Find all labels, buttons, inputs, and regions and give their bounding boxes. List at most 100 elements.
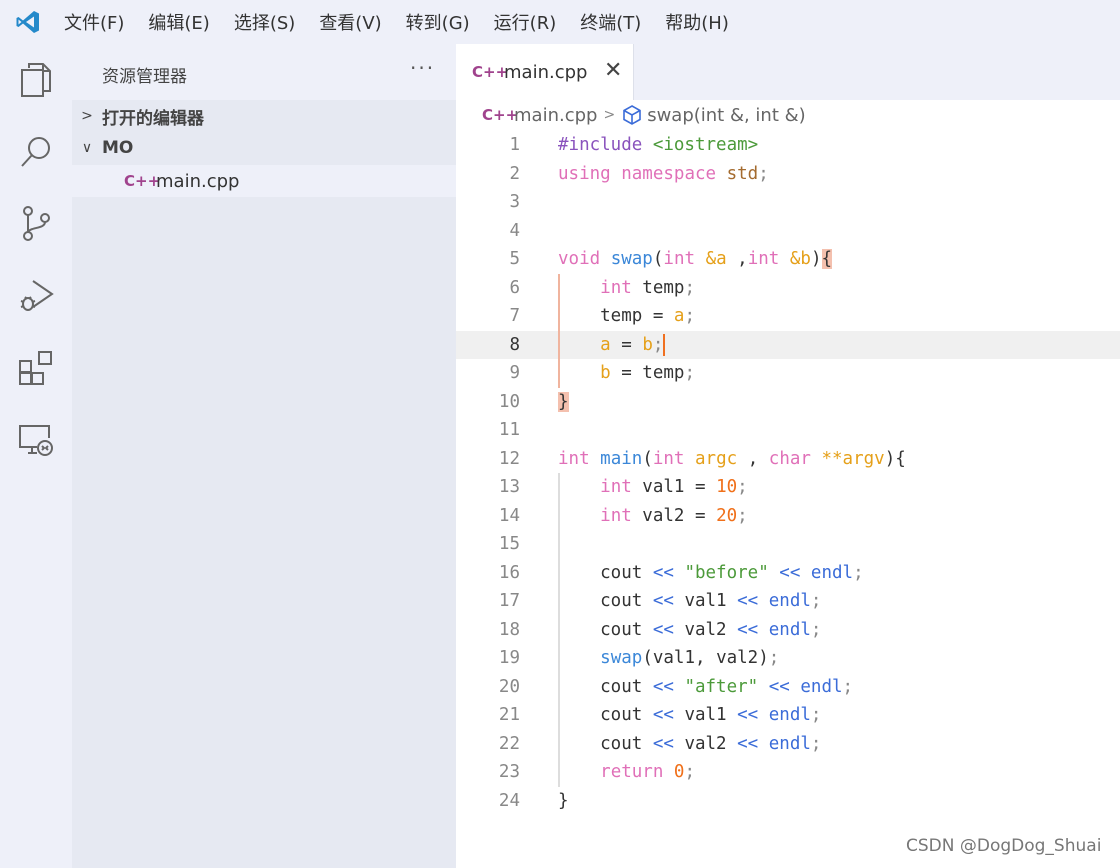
code-text: int temp; — [558, 274, 695, 303]
code-line[interactable]: 11 — [456, 416, 1120, 445]
code-line[interactable]: 18 cout << val2 << endl; — [456, 615, 1120, 645]
code-token: std — [726, 163, 759, 184]
code-token: temp = — [558, 306, 674, 326]
code-line[interactable]: 2 using namespace std; — [456, 160, 1120, 189]
explorer-sidebar: 资源管理器 ··· > 打开的编辑器 ∨ MO C++ main.cpp — [72, 44, 456, 868]
code-line[interactable]: 12 int main(int argc , char **argv){ — [456, 445, 1120, 474]
code-line[interactable]: 19 swap(val1, val2); — [456, 644, 1120, 673]
code-token: "after" — [684, 676, 759, 697]
code-line[interactable]: 14 int val2 = 20; — [456, 501, 1120, 531]
code-line[interactable]: 24} — [456, 787, 1120, 816]
run-debug-icon[interactable] — [16, 276, 56, 316]
source-control-icon[interactable] — [16, 204, 56, 244]
code-text: cout << val1 << endl; — [558, 587, 821, 616]
line-number: 20 — [498, 676, 520, 697]
code-line[interactable]: 4 — [456, 217, 1120, 246]
code-token: argc — [695, 448, 738, 469]
files-icon[interactable] — [16, 60, 56, 100]
menu-terminal[interactable]: 终端(T) — [580, 9, 641, 35]
code-token: "before" — [684, 562, 769, 583]
line-number: 5 — [509, 249, 520, 269]
line-number: 23 — [498, 762, 520, 782]
tab-main-cpp[interactable]: C++ main.cpp ✕ — [456, 44, 634, 100]
code-line[interactable]: 15 — [456, 530, 1120, 559]
menu-help[interactable]: 帮助(H) — [665, 9, 729, 35]
open-editors-section[interactable]: > 打开的编辑器 — [72, 100, 456, 132]
indent-guide — [558, 530, 560, 559]
code-token: temp — [631, 277, 685, 298]
code-line[interactable]: 3 — [456, 188, 1120, 217]
breadcrumb: C++ main.cpp > swap(int &, int &) — [456, 100, 1120, 130]
code-line[interactable]: 5 void swap(int &a ,int &b){ — [456, 245, 1120, 274]
menu-run[interactable]: 运行(R) — [494, 9, 557, 35]
code-token: { — [821, 249, 833, 269]
code-token: endl — [768, 705, 811, 725]
code-line[interactable]: 7 temp = a; — [456, 302, 1120, 331]
code-token: ; — [853, 562, 864, 583]
code-line[interactable]: 20 cout << "after" << endl; — [456, 672, 1120, 702]
line-number: 6 — [509, 277, 520, 298]
code-text: cout << "after" << endl; — [558, 673, 853, 702]
breadcrumb-file[interactable]: main.cpp — [514, 105, 597, 126]
code-token: ) — [810, 249, 822, 269]
code-token: ; — [684, 762, 696, 782]
code-token: <iostream> — [652, 135, 759, 155]
line-number: 2 — [509, 163, 520, 184]
breadcrumb-symbol[interactable]: swap(int &, int &) — [647, 105, 806, 126]
code-text: cout << val1 << endl; — [558, 701, 821, 730]
code-line[interactable]: 10} — [456, 388, 1120, 417]
code-text: swap(val1, val2); — [558, 644, 779, 673]
line-number: 24 — [498, 790, 520, 811]
code-token: ; — [684, 306, 695, 326]
code-token: ; — [810, 705, 822, 725]
code-line[interactable]: 1 #include <iostream> — [456, 131, 1120, 160]
sidebar-title: 资源管理器 — [102, 67, 187, 87]
menu-bar: 文件(F) 编辑(E) 选择(S) 查看(V) 转到(G) 运行(R) 终端(T… — [0, 0, 1120, 44]
close-icon[interactable]: ✕ — [604, 58, 622, 83]
code-token: val2 — [673, 733, 738, 754]
code-token: val2 — [673, 619, 738, 640]
menu-file[interactable]: 文件(F) — [64, 9, 124, 35]
code-token: } — [558, 391, 569, 412]
code-token: cout — [558, 733, 653, 754]
extensions-icon[interactable] — [16, 348, 56, 388]
code-line[interactable]: 22 cout << val2 << endl; — [456, 729, 1120, 758]
more-actions-icon[interactable]: ··· — [410, 56, 435, 80]
line-number: 1 — [509, 135, 520, 155]
code-token: int — [600, 277, 632, 298]
code-line[interactable]: 23 return 0; — [456, 758, 1120, 787]
code-editor[interactable]: 1 #include <iostream> 2 using namespace std… — [456, 131, 1120, 815]
code-line[interactable]: 8 a = b; — [456, 330, 1120, 359]
file-tree-item[interactable]: C++ main.cpp — [72, 165, 456, 197]
code-line[interactable]: 21 cout << val1 << endl; — [456, 701, 1120, 730]
code-line[interactable]: 6 int temp; — [456, 273, 1120, 303]
code-token: val1 — [673, 591, 738, 611]
code-line[interactable]: 17 cout << val1 << endl; — [456, 587, 1120, 616]
code-text: } — [558, 388, 569, 417]
code-token: &a — [705, 249, 727, 269]
code-line[interactable]: 16 cout << "before" << endl; — [456, 558, 1120, 587]
search-icon[interactable] — [16, 132, 56, 172]
code-text: cout << val2 << endl; — [558, 616, 821, 645]
folder-section[interactable]: ∨ MO — [72, 132, 456, 164]
chevron-down-icon: ∨ — [81, 140, 93, 156]
menu-edit[interactable]: 编辑(E) — [148, 9, 209, 35]
code-token: << — [779, 562, 801, 583]
code-line[interactable]: 9 b = temp; — [456, 359, 1120, 388]
menu-go[interactable]: 转到(G) — [406, 9, 470, 35]
menu-selection[interactable]: 选择(S) — [234, 9, 295, 35]
menu-view[interactable]: 查看(V) — [319, 9, 381, 35]
code-line[interactable]: 13 int val1 = 10; — [456, 473, 1120, 502]
remote-explorer-icon[interactable] — [16, 420, 56, 460]
code-token: ; — [810, 619, 822, 640]
editor-area: C++ main.cpp ✕ C++ main.cpp > swap(int &… — [456, 44, 1120, 868]
code-token: val2 = — [631, 505, 717, 526]
code-text: int val2 = 20; — [558, 502, 748, 531]
chevron-right-icon: > — [603, 107, 616, 123]
line-number: 7 — [509, 306, 520, 326]
code-token: << — [768, 676, 790, 697]
